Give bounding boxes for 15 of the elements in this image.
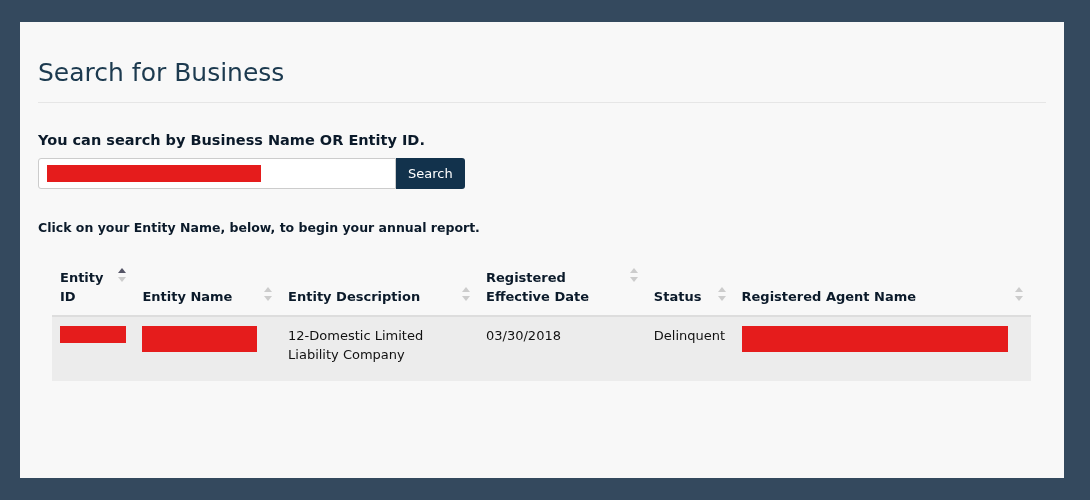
instruction-text: Click on your Entity Name, below, to begin your annual report. (38, 218, 481, 237)
search-label: You can search by Business Name OR Entity ID. (38, 131, 426, 150)
column-header[interactable]: Entity Description (280, 259, 478, 316)
column-header[interactable]: Entity ID (52, 259, 135, 316)
column-header[interactable]: Registered Effective Date (478, 259, 646, 316)
table-cell: 03/30/2018 (478, 315, 646, 381)
redaction-bar (60, 325, 126, 343)
search-field[interactable] (38, 157, 396, 189)
column-header[interactable]: Registered Agent Name (733, 259, 1031, 316)
search-button[interactable]: Search (396, 157, 465, 189)
column-header[interactable]: Status (645, 259, 734, 316)
page-title: Search for Business (38, 58, 1046, 103)
column-header[interactable]: Entity Name (134, 259, 281, 316)
table-cell: 12-Domestic Limited Liability Company (280, 315, 478, 381)
table-cell: Delinquent (645, 315, 734, 381)
